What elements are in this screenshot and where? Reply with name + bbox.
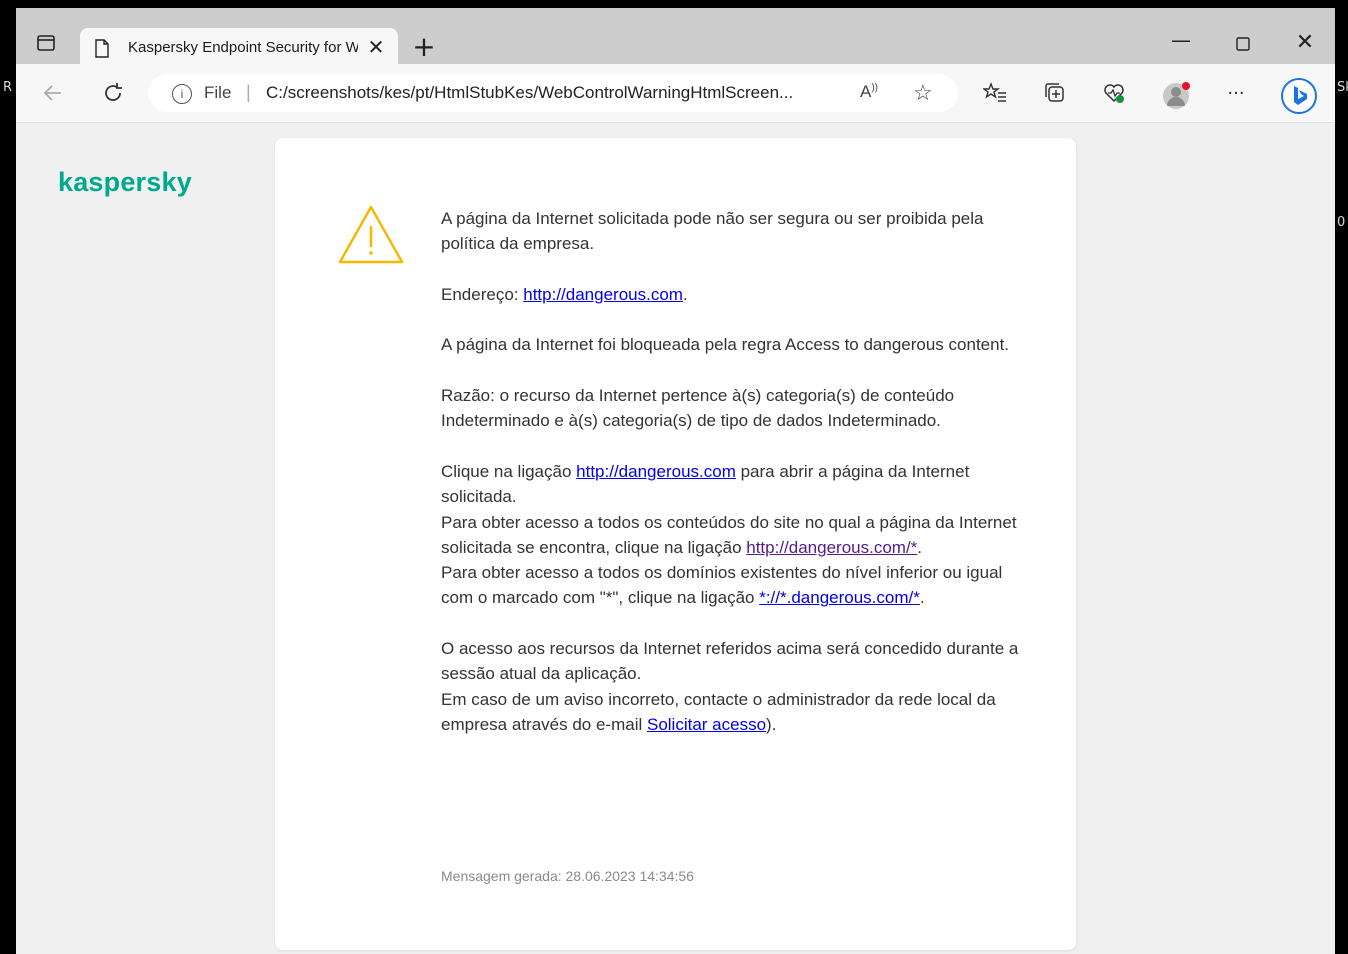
background-fragment: Sk xyxy=(1337,80,1348,95)
minimize-button[interactable]: — xyxy=(1161,30,1201,58)
page-icon xyxy=(94,39,110,63)
warning-message: A página da Internet solicitada pode não… xyxy=(441,206,1021,763)
page-content: kaspersky A página da Internet solicitad… xyxy=(16,123,1335,954)
bing-icon[interactable] xyxy=(1280,77,1318,115)
open-page-link[interactable]: http://dangerous.com xyxy=(576,462,736,481)
warning-card: A página da Internet solicitada pode não… xyxy=(275,138,1076,950)
refresh-icon[interactable] xyxy=(100,81,126,107)
tab-actions-icon[interactable] xyxy=(36,33,58,55)
browser-essentials-icon[interactable] xyxy=(1101,81,1127,107)
info-icon[interactable]: i xyxy=(172,84,192,104)
favorite-star-icon[interactable]: ☆ xyxy=(913,80,933,106)
address-line: Endereço: http://dangerous.com. xyxy=(441,284,688,304)
browser-toolbar: i File | C:/screenshots/kes/pt/HtmlStubK… xyxy=(16,64,1335,123)
blocked-rule-text: A página da Internet foi bloqueada pela … xyxy=(441,335,1010,355)
generated-timestamp: Mensagem gerada: 28.06.2023 14:34:56 xyxy=(441,868,694,884)
access-options: Clique na ligação http://dangerous.com p… xyxy=(441,461,1017,608)
read-aloud-icon[interactable]: A)) xyxy=(860,82,878,102)
address-link[interactable]: http://dangerous.com xyxy=(523,285,683,304)
browser-window: Kaspersky Endpoint Security for W ✕ + — … xyxy=(16,8,1335,954)
address-bar[interactable]: i File | C:/screenshots/kes/pt/HtmlStubK… xyxy=(148,74,958,112)
tab-title: Kaspersky Endpoint Security for W xyxy=(128,39,358,56)
back-arrow-icon[interactable] xyxy=(40,81,66,107)
reason-text: Razão: o recurso da Internet pertence à(… xyxy=(441,386,955,431)
kaspersky-logo: kaspersky xyxy=(58,167,192,197)
warning-icon xyxy=(337,204,405,271)
active-tab[interactable]: Kaspersky Endpoint Security for W ✕ xyxy=(80,28,398,68)
maximize-button[interactable] xyxy=(1223,30,1263,58)
favorites-icon[interactable] xyxy=(981,81,1008,107)
address-separator: | xyxy=(246,82,251,102)
request-access-link[interactable]: Solicitar acesso xyxy=(647,715,766,734)
session-contact-text: O acesso aos recursos da Internet referi… xyxy=(441,639,1019,734)
site-access-link[interactable]: http://dangerous.com/* xyxy=(746,538,917,557)
background-fragment: R xyxy=(3,80,13,95)
domain-access-link[interactable]: *://*.dangerous.com/* xyxy=(759,588,920,607)
close-tab-button[interactable]: ✕ xyxy=(364,36,388,60)
new-tab-button[interactable]: + xyxy=(410,33,438,62)
close-window-button[interactable]: ✕ xyxy=(1285,30,1325,58)
intro-text: A página da Internet solicitada pode não… xyxy=(441,209,984,254)
tab-strip: Kaspersky Endpoint Security for W ✕ + — … xyxy=(16,8,1335,68)
address-scheme: File xyxy=(204,83,232,102)
background-fragment: 0 xyxy=(1337,215,1346,230)
collections-icon[interactable] xyxy=(1042,81,1068,107)
more-icon[interactable]: ··· xyxy=(1223,81,1249,107)
address-url[interactable]: C:/screenshots/kes/pt/HtmlStubKes/WebCon… xyxy=(266,83,846,103)
profile-avatar-icon[interactable] xyxy=(1162,81,1190,109)
